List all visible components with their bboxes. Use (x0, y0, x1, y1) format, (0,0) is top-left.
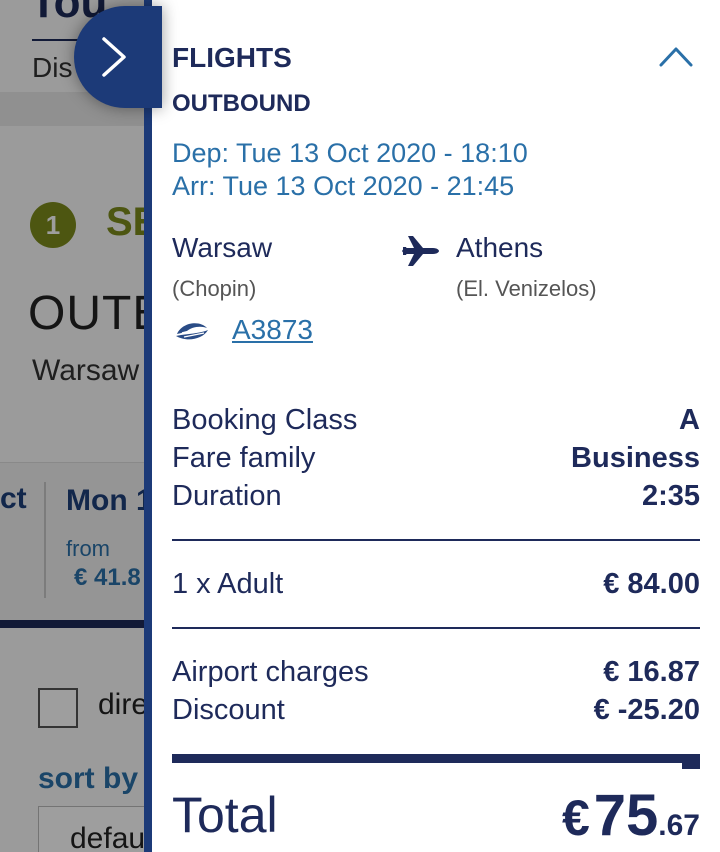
arrival-time: Arr: Tue 13 Oct 2020 - 21:45 (172, 171, 515, 201)
section-title: FLIGHTS (172, 42, 292, 73)
duration-value: 2:35 (641, 480, 700, 512)
destination-city: Athens (456, 232, 544, 263)
background-page: Tou Dis 1 SE OUTB Warsaw ct Mon 1 from €… (0, 0, 150, 852)
airport-charges-value: € 16.87 (603, 656, 700, 688)
discount-value: € -25.20 (593, 694, 700, 726)
passenger-label: 1 x Adult (172, 568, 284, 600)
airport-charges-label: Airport charges (172, 656, 369, 688)
airplane-icon (402, 236, 439, 266)
divider (172, 627, 700, 629)
flight-number-link[interactable]: A3873 (232, 314, 313, 346)
fare-family-value: Business (571, 442, 700, 474)
chevron-up-icon[interactable] (658, 44, 694, 68)
destination-airport: (El. Venizelos) (456, 276, 597, 301)
departure-time: Dep: Tue 13 Oct 2020 - 18:10 (172, 138, 528, 168)
origin-city: Warsaw (172, 232, 273, 263)
total-divider (172, 754, 700, 769)
booking-class-label: Booking Class (172, 404, 358, 436)
fare-family-label: Fare family (172, 442, 316, 474)
chevron-right-icon (102, 37, 126, 77)
duration-label: Duration (172, 480, 282, 512)
airline-logo-icon (176, 323, 208, 340)
total-decimal: .67 (658, 809, 700, 842)
total-price: €75.67 (562, 782, 700, 849)
total-label: Total (172, 787, 278, 843)
section-subtitle: OUTBOUND (172, 90, 311, 117)
flight-summary-panel: FLIGHTS OUTBOUND Dep: Tue 13 Oct 2020 - … (144, 0, 720, 852)
modal-overlay[interactable] (0, 0, 150, 852)
booking-class-value: A (679, 404, 700, 436)
total-integer: 75 (593, 783, 659, 848)
discount-label: Discount (172, 694, 285, 726)
passenger-price: € 84.00 (603, 568, 700, 600)
divider (172, 539, 700, 541)
origin-airport: (Chopin) (172, 276, 257, 301)
total-currency: € (561, 790, 590, 846)
